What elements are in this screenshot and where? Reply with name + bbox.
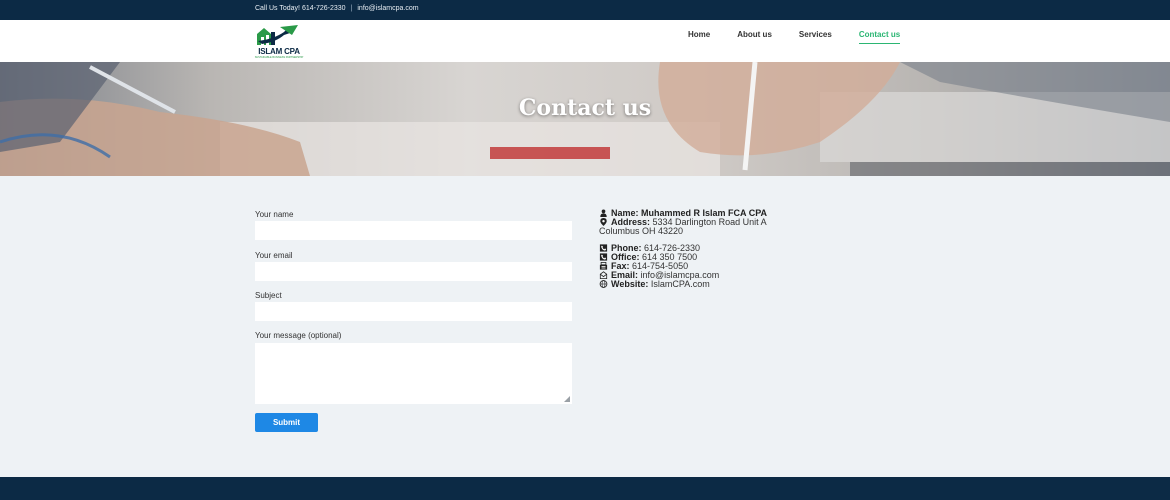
navbar: ISLAM CPA SUSTAINABLE BUSINESS PARTNERSH… [0,20,1170,62]
name-label: Your name [255,210,294,219]
top-bar-separator: | [350,5,353,12]
email-label: Your email [255,251,293,260]
resize-handle-icon[interactable] [564,396,570,402]
submit-button[interactable]: Submit [255,413,318,432]
top-bar-content: Call Us Today! 614-726-2330 | info@islam… [255,5,419,12]
footer [0,477,1170,500]
hero-banner: Contact us [0,62,1170,176]
call-us-text[interactable]: Call Us Today! 614-726-2330 [255,5,346,12]
logo[interactable]: ISLAM CPA SUSTAINABLE BUSINESS PARTNERSH… [254,21,304,61]
message-label: Your message (optional) [255,331,342,340]
logo-mark-icon [257,25,298,45]
contact-website-label: Website: [611,279,649,289]
contact-phones: Phone: 614-726-2330 Office: 614 350 7500… [599,244,719,289]
phone-icon [599,244,608,252]
message-textarea[interactable] [255,343,572,404]
contact-address-line2: Columbus OH 43220 [599,226,684,236]
office-phone-icon [599,253,608,261]
contact-info: Name: Muhammed R Islam FCA CPA Address: … [599,209,767,236]
nav-about-us[interactable]: About us [737,30,772,44]
logo-name: ISLAM CPA [258,47,300,56]
main-content: Your name Your email Subject Your messag… [0,176,1170,477]
map-pin-icon [600,218,607,226]
subject-input[interactable] [255,302,572,321]
top-bar-email-link[interactable]: info@islamcpa.com [357,5,418,12]
subject-label: Subject [255,291,282,300]
logo-tagline: SUSTAINABLE BUSINESS PARTNERSHIP [254,56,304,59]
main-nav: Home About us Services Contact us [688,30,901,44]
contact-website-value[interactable]: IslamCPA.com [651,279,710,289]
email-input[interactable] [255,262,572,281]
name-input[interactable] [255,221,572,240]
nav-home[interactable]: Home [688,30,710,44]
nav-services[interactable]: Services [799,30,832,44]
user-icon [600,209,607,217]
page-title: Contact us [518,95,652,121]
contact-website-line: Website: IslamCPA.com [599,280,719,289]
envelope-icon [599,271,608,279]
top-bar: Call Us Today! 614-726-2330 | info@islam… [0,0,1170,20]
nav-contact-us[interactable]: Contact us [858,30,901,44]
globe-icon [599,280,608,288]
fax-icon [599,262,608,270]
